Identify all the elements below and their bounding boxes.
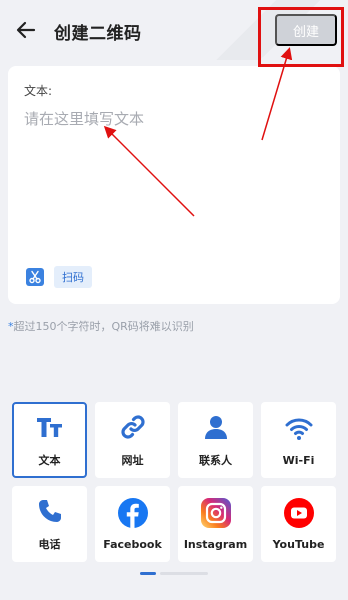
type-tile-wifi[interactable]: Wi-Fi [261, 402, 336, 478]
type-tile-youtube[interactable]: YouTube [261, 486, 336, 562]
app-header: 创建二维码 创建 [0, 0, 348, 60]
type-tile-contact[interactable]: 联系人 [178, 402, 253, 478]
text-icon [35, 412, 65, 442]
link-icon [118, 412, 148, 442]
type-label: Instagram [183, 537, 248, 551]
scan-button[interactable]: 扫码 [54, 266, 92, 288]
character-limit-hint: *超过150个字符时，QR码将难以识别 [8, 318, 194, 334]
hint-text: 超过150个字符时，QR码将难以识别 [13, 320, 194, 333]
type-label: Wi-Fi [282, 453, 315, 467]
instagram-icon [200, 497, 231, 528]
page-indicator [140, 572, 208, 575]
type-label: 电话 [38, 538, 61, 551]
type-label: 文本 [38, 454, 61, 467]
wifi-icon [284, 414, 314, 444]
facebook-icon [117, 497, 148, 528]
contact-icon [201, 412, 231, 442]
text-input[interactable] [24, 108, 324, 248]
page-title: 创建二维码 [54, 24, 142, 44]
type-label: 联系人 [199, 454, 232, 467]
text-field-label: 文本: [24, 84, 53, 98]
type-tile-instagram[interactable]: Instagram [178, 486, 253, 562]
type-label: Facebook [103, 537, 162, 551]
back-arrow-icon[interactable] [14, 18, 38, 42]
type-tile-url[interactable]: 网址 [95, 402, 170, 478]
create-button[interactable]: 创建 [275, 14, 337, 46]
page-dot-inactive [160, 572, 208, 575]
type-tile-facebook[interactable]: Facebook [95, 486, 170, 562]
youtube-icon [283, 497, 314, 528]
page-dot-active [140, 572, 156, 575]
text-input-card: 文本: 扫码 [8, 66, 340, 304]
type-tile-text[interactable]: 文本 [12, 402, 87, 478]
type-label: 网址 [121, 454, 144, 467]
qr-type-grid: 文本 网址 联系人 Wi-Fi 电话 Facebook Instagram Yo… [12, 402, 336, 562]
type-label: YouTube [272, 537, 325, 551]
scissors-scan-icon[interactable] [26, 268, 44, 286]
phone-icon [35, 496, 65, 526]
type-tile-phone[interactable]: 电话 [12, 486, 87, 562]
